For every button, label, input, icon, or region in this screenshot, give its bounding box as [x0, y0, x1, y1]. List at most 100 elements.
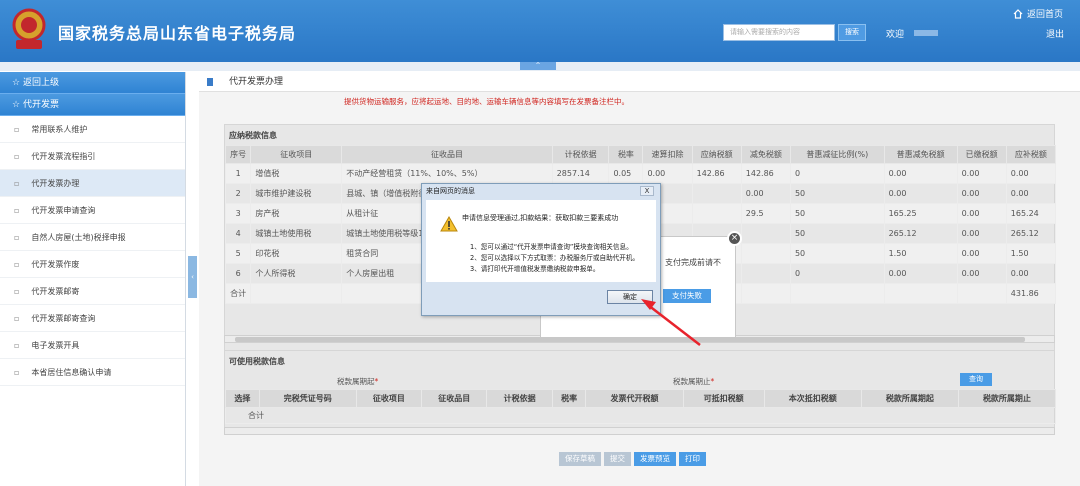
sidebar-item-label: 常用联系人维护 [31, 125, 88, 134]
ok-button[interactable]: 确定 [607, 290, 653, 304]
payment-text: 支付完成前请不 [665, 258, 721, 267]
dialog-title: 来自网页的消息 [426, 187, 475, 195]
sidebar-back-label: 返回上级 [22, 78, 59, 88]
available-tax-panel: 可使用税款信息 税款属期起* 税款属期止* 查询 选择 完税凭证号码 征收项目 征收品… [224, 350, 1057, 434]
breadcrumb: 代开发票办理 [199, 72, 1080, 92]
table-cell: 6 [224, 263, 252, 284]
horizontal-scrollbar[interactable] [224, 427, 1055, 435]
table-cell: 0.00 [642, 163, 693, 184]
table-cell: 0.00 [956, 223, 1007, 244]
table-cell: 0.00 [740, 183, 791, 204]
sidebar-back[interactable]: ☆ 返回上级 [0, 72, 185, 94]
bullet-icon: ▫ [14, 260, 20, 269]
table-cell: 5 [224, 243, 252, 264]
available-col-header: 发票代开税额 [585, 389, 684, 408]
dialog-close-button[interactable]: X [640, 186, 654, 196]
search-input[interactable]: 请输入需要搜索的内容 [723, 24, 835, 41]
tax-col-header: 已缴税额 [956, 145, 1007, 164]
table-cell: 1 [224, 163, 252, 184]
available-col-header: 计税依据 [486, 389, 553, 408]
table-cell: 50 [789, 203, 885, 224]
welcome-text: 欢迎 [886, 30, 905, 40]
notice-text: 提供货物运输服务，应将起运地、目的地、运输车辆信息等内容填写在发票备注栏中。 [344, 97, 629, 106]
logout-link[interactable]: 退出 [1046, 27, 1064, 40]
sidebar-item-label: 自然人房屋(土地)税择申报 [31, 233, 126, 242]
tax-col-header: 序号 [224, 145, 252, 164]
table-cell: 0.05 [608, 163, 644, 184]
sidebar-item-label: 代开发票办理 [31, 179, 80, 188]
available-col-header: 征收品目 [421, 389, 488, 408]
available-tax-table: 选择 完税凭证号码 征收项目 征收品目 计税依据 税率 发票代开税额 可抵扣税额 本次抵扣税额税… [225, 389, 1057, 424]
tax-col-header: 税率 [608, 145, 644, 164]
sidebar-item-label: 代开发票作废 [31, 260, 80, 269]
table-cell: 0.00 [1005, 183, 1057, 204]
close-icon[interactable]: × [727, 231, 742, 246]
sidebar-item-active[interactable]: ▫ 代开发票办理 [0, 170, 185, 197]
table-cell: 0.00 [956, 263, 1007, 284]
tax-info-title: 应纳税款信息 [229, 131, 277, 140]
table-cell: 265.12 [883, 223, 958, 244]
table-cell: 增值税 [250, 163, 343, 184]
payment-failed-button[interactable]: 支付失败 [663, 289, 711, 303]
sidebar-item-label: 代开发票流程指引 [31, 152, 96, 161]
search-button[interactable]: 搜索 [838, 24, 866, 41]
available-tax-title: 可使用税款信息 [229, 357, 285, 366]
bullet-icon: ▫ [14, 368, 20, 377]
table-cell: 印花税 [250, 243, 343, 264]
table-cell: 142.86 [691, 163, 742, 184]
print-button[interactable]: 打印 [679, 452, 706, 466]
sidebar-item[interactable]: ▫ 代开发票邮寄查询 [0, 305, 185, 332]
table-cell: 142.86 [740, 163, 791, 184]
sidebar-item[interactable]: ▫ 自然人房屋(土地)税择申报 [0, 224, 185, 251]
table-cell: 165.25 [883, 203, 958, 224]
submit-button[interactable]: 提交 [604, 452, 631, 466]
sidebar-item[interactable]: ▫ 本省居住信息确认申请 [0, 359, 185, 386]
table-cell: 0 [789, 163, 885, 184]
sidebar-item[interactable]: ▫ 代开发票流程指引 [0, 143, 185, 170]
tax-col-header: 普惠减免税额 [883, 145, 958, 164]
available-col-header: 税率 [551, 389, 587, 408]
query-button[interactable]: 查询 [960, 373, 992, 386]
table-cell: 0 [789, 263, 885, 284]
tax-col-header: 普惠减征比例(%) [789, 145, 885, 164]
bullet-icon: ▫ [14, 152, 20, 161]
sidebar-section-header[interactable]: ☆ 代开发票 [0, 94, 185, 116]
sidebar-item[interactable]: ▫ 常用联系人维护 [0, 116, 185, 143]
save-draft-button[interactable]: 保存草稿 [559, 452, 601, 466]
table-cell [691, 183, 742, 204]
table-cell [956, 283, 1007, 304]
table-cell [740, 243, 791, 264]
table-cell: 50 [789, 183, 885, 204]
sidebar-item-label: 电子发票开具 [31, 341, 80, 350]
table-cell: 房产税 [250, 203, 343, 224]
table-cell: 0.00 [883, 163, 958, 184]
sidebar-item[interactable]: ▫ 电子发票开具 [0, 332, 185, 359]
table-cell: 0.00 [883, 183, 958, 204]
table-cell [789, 283, 885, 304]
username-redacted [914, 30, 938, 36]
table-cell [740, 283, 791, 304]
home-link-label: 返回首页 [1027, 10, 1064, 20]
sidebar-item[interactable]: ▫ 代开发票作废 [0, 251, 185, 278]
sidebar-item-label: 代开发票邮寄查询 [31, 314, 96, 323]
period-end-label: 税款属期止* [673, 377, 715, 386]
sidebar-item[interactable]: ▫ 代开发票邮寄 [0, 278, 185, 305]
site-title: 国家税务总局山东省电子税务局 [58, 24, 297, 43]
header-bar: 国家税务总局山东省电子税务局 请输入需要搜索的内容 搜索 欢迎 返回首页 退出 [0, 0, 1080, 62]
table-cell: 1.50 [1005, 243, 1057, 264]
invoice-preview-button[interactable]: 发票预览 [634, 452, 676, 466]
collapse-header-button[interactable]: ^ [520, 62, 556, 70]
sidebar-item[interactable]: ▫ 代开发票申请查询 [0, 197, 185, 224]
table-cell: 431.86 [1005, 283, 1057, 304]
table-cell: 0.00 [956, 203, 1007, 224]
bullet-icon: ▫ [14, 233, 20, 242]
breadcrumb-label: 代开发票办理 [229, 77, 284, 87]
tax-col-header: 征收品目 [341, 145, 553, 164]
star-icon: ☆ [12, 100, 23, 110]
bullet-icon: ▫ [14, 341, 20, 350]
sidebar-toggle-handle[interactable]: ‹ [188, 256, 197, 298]
home-link[interactable]: 返回首页 [1013, 7, 1063, 20]
dialog-body: 申请信息受理通过,扣款结果：获取扣款三要素成功 1、您可以通过“代开发票申请查询… [426, 200, 656, 282]
tax-emblem-icon [12, 8, 46, 49]
alert-dialog: 来自网页的消息 X 申请信息受理通过,扣款结果：获取扣款三要素成功 1、您可以通… [421, 183, 661, 316]
